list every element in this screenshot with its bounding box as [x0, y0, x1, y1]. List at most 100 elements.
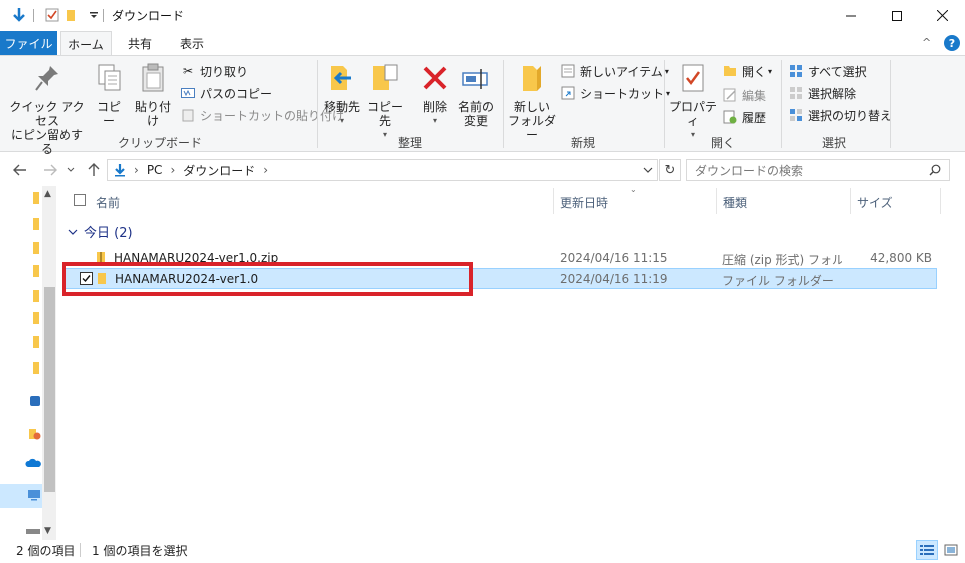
status-selected-count: 1 個の項目を選択 — [92, 544, 188, 558]
column-header-type[interactable]: 種類 — [723, 190, 747, 214]
group-label-organize: 整理 — [397, 136, 422, 150]
copy-icon — [93, 62, 125, 94]
group-label-new: 新規 — [570, 136, 595, 150]
invert-selection-label: 選択の切り替え — [808, 108, 893, 123]
minimize-button[interactable] — [828, 0, 874, 31]
group-label: 今日 (2) — [84, 226, 133, 241]
collapse-ribbon-icon[interactable]: ^ — [922, 36, 931, 49]
open-folder-icon — [722, 63, 738, 79]
delete-label: 削除 — [422, 100, 447, 114]
scroll-up-icon[interactable]: ▲ — [44, 189, 51, 199]
edit-button[interactable]: 編集 — [722, 86, 766, 104]
new-folder-button[interactable]: 新しい フォルダー — [508, 62, 556, 142]
group-header-today[interactable]: 今日 (2) — [68, 222, 133, 241]
details-view-button[interactable] — [916, 540, 938, 560]
address-dropdown-icon[interactable] — [643, 167, 653, 173]
new-item-button[interactable]: 新しいアイテム ▾ — [560, 62, 669, 80]
copy-button[interactable]: コピー — [92, 62, 126, 128]
download-location-icon — [114, 163, 126, 177]
copy-to-button[interactable]: コピー先 ▾ — [364, 62, 406, 142]
new-item-label: 新しいアイテム — [580, 64, 663, 79]
delete-x-icon — [419, 62, 451, 94]
copy-path-icon — [180, 85, 196, 101]
delete-button[interactable]: 削除 ▾ — [418, 62, 452, 128]
refresh-button[interactable]: ↻ — [659, 159, 681, 181]
select-all-button[interactable]: すべて選択 — [788, 62, 867, 80]
properties-check-icon[interactable] — [44, 7, 60, 23]
search-icon[interactable] — [929, 164, 941, 176]
window-title: ダウンロード — [112, 9, 185, 23]
dropdown-icon: ▾ — [768, 66, 773, 76]
breadcrumb-separator: › — [263, 163, 269, 177]
column-separator[interactable] — [716, 188, 717, 214]
scroll-down-icon[interactable]: ▼ — [44, 526, 51, 536]
onedrive-icon[interactable] — [25, 457, 41, 469]
rename-icon — [460, 62, 492, 94]
column-separator[interactable] — [553, 188, 554, 214]
close-button[interactable] — [919, 0, 965, 31]
copy-path-label: パスのコピー — [200, 86, 273, 101]
rename-button[interactable]: 名前の 変更 — [456, 62, 496, 128]
open-button[interactable]: 開く ▾ — [722, 62, 772, 80]
nav-app-icon[interactable] — [29, 395, 41, 407]
tab-share[interactable]: 共有 — [118, 31, 162, 55]
nav-folder-badge-icon[interactable] — [29, 428, 41, 440]
address-bar[interactable]: › PC › ダウンロード › — [107, 159, 658, 181]
recent-locations-button[interactable] — [64, 160, 78, 180]
up-button[interactable] — [84, 160, 104, 180]
search-input[interactable]: ダウンロードの検索 — [686, 159, 950, 181]
pin-icon — [31, 62, 63, 94]
edit-label: 編集 — [742, 88, 767, 103]
history-button[interactable]: 履歴 — [722, 108, 766, 126]
down-arrow-icon[interactable] — [11, 7, 27, 23]
column-separator[interactable] — [940, 188, 941, 214]
select-none-button[interactable]: 選択解除 — [788, 84, 856, 102]
properties-button[interactable]: プロパティ ▾ — [668, 62, 718, 142]
tab-home[interactable]: ホーム — [60, 31, 112, 56]
breadcrumb-downloads[interactable]: ダウンロード — [183, 162, 255, 179]
tab-file[interactable]: ファイル — [0, 31, 57, 55]
paste-shortcut-button[interactable]: ショートカットの貼り付け — [180, 106, 344, 124]
forward-button[interactable] — [40, 160, 60, 180]
back-button[interactable] — [10, 160, 30, 180]
copy-path-button[interactable]: パスのコピー — [180, 84, 272, 102]
column-header-name[interactable]: 名前 — [96, 190, 120, 214]
maximize-button[interactable] — [874, 0, 920, 31]
edit-icon — [722, 87, 738, 103]
status-divider — [80, 543, 81, 557]
column-header-size[interactable]: サイズ — [857, 190, 893, 214]
history-label: 履歴 — [742, 110, 767, 125]
new-folder-icon — [516, 62, 548, 94]
copy-label: コピー — [96, 100, 121, 128]
column-header-date[interactable]: 更新日時 — [560, 190, 608, 214]
large-icons-view-button[interactable] — [940, 540, 962, 560]
file-date: 2024/04/16 11:19 — [560, 272, 668, 286]
properties-icon — [677, 62, 709, 94]
column-separator[interactable] — [850, 188, 851, 214]
details-view-icon — [920, 545, 934, 555]
group-label-open: 開く — [710, 136, 735, 150]
sort-indicator-icon: ⌄ — [630, 185, 637, 194]
customize-toolbar-icon[interactable] — [86, 7, 102, 23]
move-to-button[interactable]: 移動先 ▾ — [322, 62, 362, 128]
nav-scroll-thumb[interactable] — [44, 287, 55, 492]
folder-icon[interactable] — [64, 7, 80, 23]
file-date: 2024/04/16 11:15 — [560, 251, 668, 265]
select-all-label: すべて選択 — [808, 64, 867, 79]
cut-button[interactable]: ✂ 切り取り — [180, 62, 248, 80]
large-icons-view-icon — [944, 544, 958, 556]
this-pc-icon — [27, 489, 41, 501]
group-separator — [317, 60, 318, 148]
invert-selection-button[interactable]: 選択の切り替え — [788, 106, 892, 124]
drive-icon[interactable] — [25, 524, 41, 534]
easy-access-button[interactable]: ショートカット ▾ — [560, 84, 670, 102]
paste-button[interactable]: 貼り付け — [130, 62, 176, 128]
tab-view[interactable]: 表示 — [170, 31, 214, 55]
help-icon[interactable]: ? — [944, 35, 960, 51]
easy-access-label: ショートカット — [580, 86, 665, 101]
select-none-label: 選択解除 — [808, 86, 857, 101]
annotation-highlight-box — [62, 262, 473, 296]
file-size: 42,800 KB — [870, 251, 932, 265]
select-all-checkbox[interactable] — [74, 194, 86, 206]
breadcrumb-pc[interactable]: PC — [147, 163, 163, 177]
